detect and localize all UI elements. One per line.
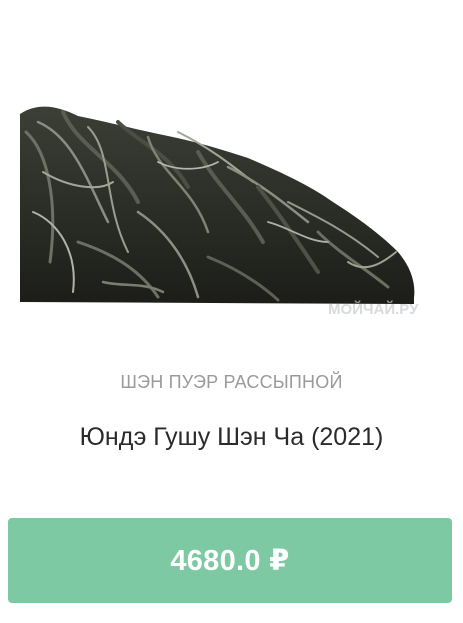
image-watermark: МОЙЧАЙ.РУ <box>328 300 419 318</box>
price-button[interactable]: 4680.0 ₽ <box>8 518 452 603</box>
product-image[interactable]: МОЙЧАЙ.РУ <box>18 92 438 324</box>
product-category[interactable]: ШЭН ПУЭР РАССЫПНОЙ <box>0 372 463 393</box>
price-label: 4680.0 ₽ <box>170 545 290 577</box>
product-title[interactable]: Юндэ Гушу Шэн Ча (2021) <box>0 423 463 452</box>
product-card: МОЙЧАЙ.РУ ШЭН ПУЭР РАССЫПНОЙ Юндэ Гушу Ш… <box>0 0 463 623</box>
